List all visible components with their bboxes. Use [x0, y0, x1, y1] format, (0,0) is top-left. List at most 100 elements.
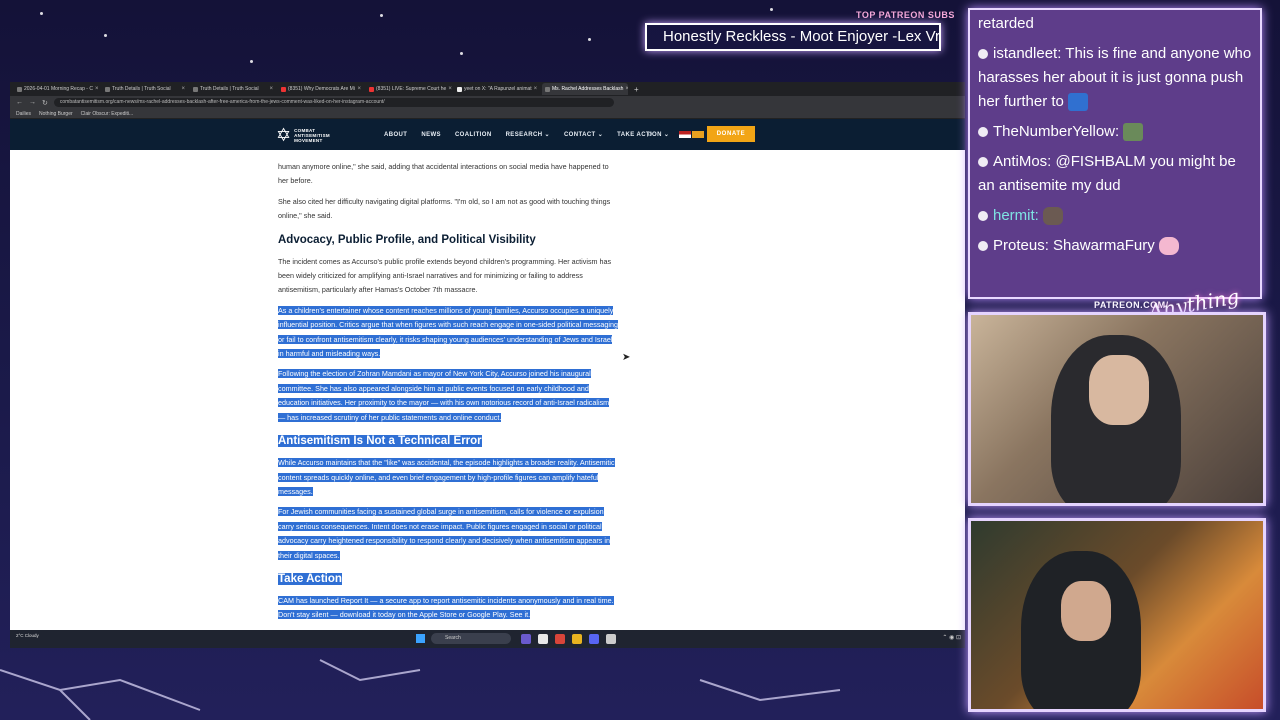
- selected-text: While Accurso maintains that the "like" …: [278, 458, 615, 496]
- menu-item-contact[interactable]: CONTACT ⌄: [564, 131, 603, 138]
- site-navigation: ✡ COMBAT ANTISEMITISM MOVEMENT ABOUT NEW…: [10, 119, 965, 150]
- selected-text: Take Action: [278, 572, 342, 585]
- url-field[interactable]: combatantisemitism.org/cam-news/ms-rache…: [53, 98, 614, 107]
- browser-tab[interactable]: Truth Details | Truth Social ×: [190, 83, 276, 95]
- taskbar-app-icon[interactable]: [538, 634, 548, 644]
- system-tray[interactable]: ⌃ ◉ ⊡: [942, 634, 961, 641]
- mouse-cursor-icon: ➤: [622, 352, 631, 363]
- donate-button[interactable]: DONATE: [707, 126, 755, 142]
- taskbar-app-icon[interactable]: [589, 634, 599, 644]
- back-icon[interactable]: ←: [16, 99, 23, 106]
- language-flag-icon[interactable]: [692, 131, 704, 138]
- reload-icon[interactable]: ↻: [42, 99, 48, 107]
- chat-text: ShawarmaFury: [1053, 237, 1155, 254]
- close-tab-icon[interactable]: ×: [357, 86, 361, 92]
- article-paragraph-selected: Following the election of Zohran Mamdani…: [278, 367, 618, 425]
- user-badge-icon: [978, 157, 988, 168]
- star-decoration: [460, 52, 463, 55]
- taskbar-app-icon[interactable]: [555, 634, 565, 644]
- user-badge-icon: [978, 127, 988, 138]
- subs-ticker: Honestly Reckless - Moot Enjoyer -Lex Vr: [645, 23, 941, 51]
- emote-icon: [1158, 237, 1179, 256]
- tab-label: Truth Details | Truth Social: [200, 86, 259, 92]
- close-tab-icon[interactable]: ×: [269, 86, 273, 92]
- webcam-feed-1: [968, 312, 1266, 506]
- weather-widget[interactable]: 2°C Cloudy: [16, 633, 39, 638]
- tab-favicon-icon: [281, 86, 286, 92]
- section-heading: Advocacy, Public Profile, and Political …: [278, 233, 536, 246]
- taskbar-app-icon[interactable]: [606, 634, 616, 644]
- search-icon[interactable]: ⌕: [647, 128, 653, 141]
- chat-username: AntiMos:: [993, 153, 1052, 170]
- taskbar-app-icon[interactable]: [521, 634, 531, 644]
- star-decoration: [250, 60, 253, 63]
- article-paragraph-selected: While Accurso maintains that the "like" …: [278, 456, 618, 499]
- chat-username: TheNumberYellow:: [993, 123, 1120, 140]
- bookmark-item[interactable]: Clair Obscur: Expediti...: [81, 111, 134, 117]
- tab-favicon-icon: [545, 86, 550, 92]
- user-badge-icon: [978, 211, 988, 222]
- taskbar-search[interactable]: Search: [431, 633, 511, 644]
- menu-item-news[interactable]: NEWS: [421, 132, 441, 138]
- selected-text: CAM has launched Report It — a secure ap…: [278, 595, 614, 620]
- chat-username: hermit:: [993, 207, 1039, 224]
- bookmark-item[interactable]: Dailies: [16, 111, 31, 117]
- emote-icon: [1123, 123, 1144, 142]
- tab-label: (8351) Why Democrats Are Mi: [288, 86, 355, 92]
- close-tab-icon[interactable]: ×: [448, 86, 452, 92]
- browser-tab[interactable]: (8351) Why Democrats Are Mi ×: [278, 83, 364, 95]
- chat-message: istandleet: This is fine and anyone who …: [978, 42, 1252, 114]
- streamer-face: [1089, 355, 1149, 425]
- tab-favicon-icon: [369, 86, 374, 92]
- article-paragraph: human anymore online," she said, adding …: [278, 162, 609, 186]
- browser-tab[interactable]: (8351) LIVE: Supreme Court he ×: [366, 83, 452, 95]
- chat-message: TheNumberYellow:: [978, 120, 1252, 144]
- star-decoration: [380, 14, 383, 17]
- site-logo[interactable]: ✡ COMBAT ANTISEMITISM MOVEMENT: [276, 125, 338, 146]
- windows-taskbar: 2°C Cloudy Search ⌃ ◉ ⊡: [10, 630, 965, 648]
- emote-icon: [1068, 93, 1089, 112]
- bookmark-item[interactable]: Nothing Burger: [39, 111, 73, 117]
- logo-text: COMBAT ANTISEMITISM MOVEMENT: [294, 128, 330, 143]
- tab-label: yeet on X: "A Rapunzel animat: [464, 86, 532, 92]
- user-badge-icon: [978, 241, 988, 252]
- taskbar-app-icon[interactable]: [572, 634, 582, 644]
- tab-label: Ms. Rachel Addresses Backlash: [552, 86, 624, 92]
- browser-tab[interactable]: 2026-04-01 Morning Recap - C ×: [14, 83, 100, 95]
- chat-message: retarded: [978, 12, 1252, 36]
- tab-label: Truth Details | Truth Social: [112, 86, 171, 92]
- star-decoration: [40, 12, 43, 15]
- browser-tab[interactable]: Truth Details | Truth Social ×: [102, 83, 188, 95]
- emote-icon: [1043, 207, 1064, 226]
- address-bar: ← → ↻ combatantisemitism.org/cam-news/ms…: [10, 96, 965, 109]
- close-tab-icon[interactable]: ×: [625, 86, 628, 92]
- tab-favicon-icon: [193, 86, 198, 92]
- article-paragraph: The incident comes as Accurso's public p…: [278, 256, 612, 295]
- article-body: human anymore online," she said, adding …: [278, 160, 619, 629]
- close-tab-icon[interactable]: ×: [181, 86, 185, 92]
- decorative-cracks: [0, 659, 841, 720]
- section-heading: Antisemitism Is Not a Technical Error: [278, 433, 618, 450]
- selected-text: Following the election of Zohran Mamdani…: [278, 369, 610, 422]
- chat-panel: retarded istandleet: This is fine and an…: [968, 8, 1262, 299]
- tab-label: (8351) LIVE: Supreme Court he: [376, 86, 447, 92]
- top-patreon-subs-label: TOP PATREON SUBS: [856, 10, 955, 20]
- menu-item-research[interactable]: RESEARCH ⌄: [506, 131, 550, 138]
- menu-item-coalition[interactable]: COALITION: [455, 132, 492, 138]
- forward-icon[interactable]: →: [29, 99, 36, 106]
- tab-label: 2026-04-01 Morning Recap - C: [24, 86, 93, 92]
- selected-text: As a children's entertainer whose conten…: [278, 305, 619, 359]
- close-tab-icon[interactable]: ×: [95, 86, 99, 92]
- article-paragraph-selected: For Jewish communities facing a sustaine…: [278, 505, 618, 563]
- star-decoration: [588, 38, 591, 41]
- windows-start-icon[interactable]: [416, 634, 425, 643]
- browser-tab-active[interactable]: Ms. Rachel Addresses Backlash ×: [542, 83, 628, 95]
- new-tab-button[interactable]: +: [630, 85, 639, 94]
- logo-star-icon: ✡: [276, 125, 292, 145]
- close-tab-icon[interactable]: ×: [534, 86, 538, 92]
- menu-item-about[interactable]: ABOUT: [384, 132, 407, 138]
- main-menu: ABOUT NEWS COALITION RESEARCH ⌄ CONTACT …: [384, 119, 669, 150]
- browser-tab[interactable]: yeet on X: "A Rapunzel animat ×: [454, 83, 540, 95]
- menu-item-take-action[interactable]: TAKE ACTION ⌄: [617, 131, 669, 138]
- us-flag-icon[interactable]: [679, 131, 691, 138]
